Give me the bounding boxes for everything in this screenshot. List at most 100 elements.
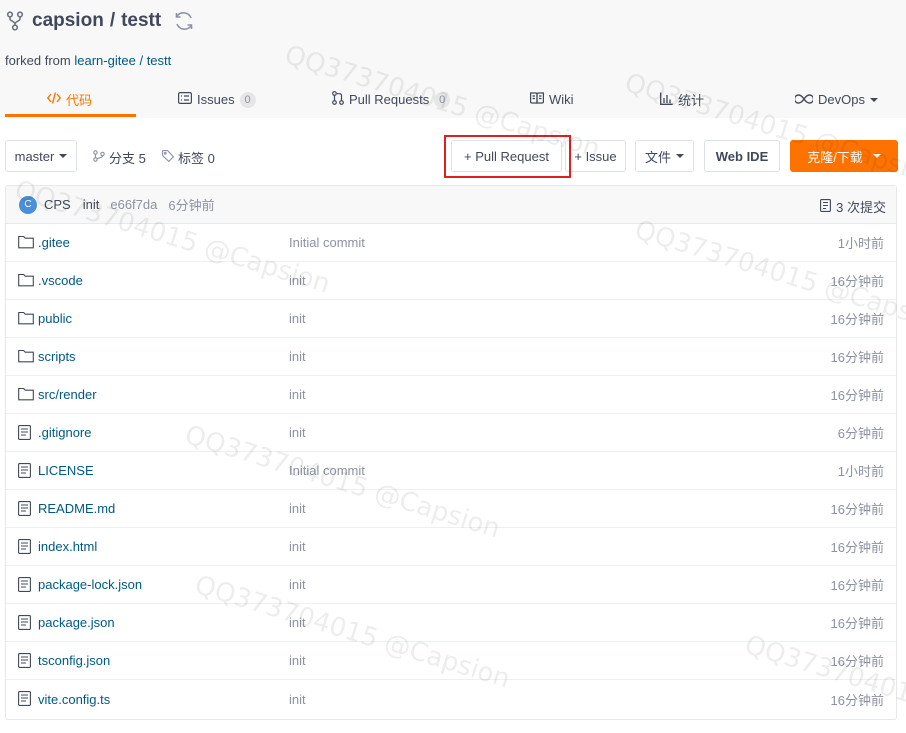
repo-owner-link[interactable]: capsion xyxy=(32,10,104,32)
file-row[interactable]: tsconfig.json init 16分钟前 xyxy=(6,642,896,680)
sync-icon[interactable] xyxy=(173,9,197,33)
file-name-link[interactable]: README.md xyxy=(38,501,115,516)
file-commit-message[interactable]: init xyxy=(289,615,306,630)
file-row[interactable]: index.html init 16分钟前 xyxy=(6,528,896,566)
branches-link[interactable]: 分支 5 xyxy=(93,148,146,167)
tags-link[interactable]: 标签 0 xyxy=(162,148,215,167)
file-commit-message[interactable]: init xyxy=(289,539,306,554)
repo-separator: / xyxy=(109,10,116,31)
tab-pull-requests-label: Pull Requests xyxy=(349,92,430,107)
web-ide-button[interactable]: Web IDE xyxy=(704,140,780,172)
file-commit-time: 6分钟前 xyxy=(837,426,884,441)
file-name-link[interactable]: LICENSE xyxy=(38,463,94,478)
file-commit-message[interactable]: Initial commit xyxy=(289,463,365,478)
file-row[interactable]: README.md init 16分钟前 xyxy=(6,490,896,528)
tab-devops-label: DevOps xyxy=(818,92,865,107)
file-commit-message[interactable]: init xyxy=(289,692,306,707)
file-commit-message[interactable]: init xyxy=(289,387,306,402)
file-row[interactable]: src/render init 16分钟前 xyxy=(6,376,896,414)
commit-author[interactable]: CPS xyxy=(44,197,71,212)
file-name-link[interactable]: scripts xyxy=(38,349,76,364)
infinity-icon xyxy=(793,92,815,107)
file-commit-message[interactable]: init xyxy=(289,425,306,440)
file-row[interactable]: package-lock.json init 16分钟前 xyxy=(6,566,896,604)
file-commit-message[interactable]: init xyxy=(289,653,306,668)
file-icon xyxy=(18,577,34,593)
file-row[interactable]: scripts init 16分钟前 xyxy=(6,338,896,376)
commit-message[interactable]: init xyxy=(83,197,100,212)
file-commit-message[interactable]: init xyxy=(289,577,306,592)
tab-issues[interactable]: Issues 0 xyxy=(178,82,256,117)
tab-code[interactable]: 代码 xyxy=(46,82,92,117)
commit-sha[interactable]: e66f7da xyxy=(110,197,157,212)
clone-download-button[interactable]: 克隆/下载 xyxy=(790,140,898,172)
file-name-link[interactable]: index.html xyxy=(38,539,97,554)
new-issue-button[interactable]: + Issue xyxy=(565,140,626,172)
file-name-link[interactable]: public xyxy=(38,311,72,326)
tab-pull-requests[interactable]: Pull Requests 0 xyxy=(332,82,451,117)
file-name-link[interactable]: .gitignore xyxy=(38,425,91,440)
branch-select[interactable]: master xyxy=(5,140,77,172)
issues-icon xyxy=(178,92,193,107)
file-commit-message[interactable]: init xyxy=(289,349,306,364)
file-menu-button[interactable]: 文件 xyxy=(635,140,694,172)
forked-separator: / xyxy=(139,53,144,68)
repo-toolbar: master 分支 5 标签 0 + Pull Request + Issue … xyxy=(0,140,906,174)
chevron-down-icon xyxy=(676,154,684,158)
file-row[interactable]: public init 16分钟前 xyxy=(6,300,896,338)
folder-icon xyxy=(18,235,34,251)
file-row[interactable]: package.json init 16分钟前 xyxy=(6,604,896,642)
tab-issues-label: Issues xyxy=(197,92,235,107)
new-pull-request-button[interactable]: + Pull Request xyxy=(451,140,562,172)
file-commit-time: 1小时前 xyxy=(837,464,884,479)
file-icon xyxy=(18,539,34,555)
file-name-link[interactable]: package.json xyxy=(38,615,115,630)
forked-repo-link[interactable]: testt xyxy=(147,53,172,68)
branch-select-label: master xyxy=(14,148,55,164)
file-name-link[interactable]: .vscode xyxy=(38,273,83,288)
file-name-link[interactable]: vite.config.ts xyxy=(38,692,110,707)
new-issue-label: + Issue xyxy=(574,148,617,164)
commit-count-label: 3 次提交 xyxy=(836,200,886,215)
file-commit-time: 16分钟前 xyxy=(830,654,884,669)
clone-download-label: 克隆/下载 xyxy=(807,149,863,165)
file-row[interactable]: .gitignore init 6分钟前 xyxy=(6,414,896,452)
folder-icon xyxy=(18,387,34,403)
file-icon xyxy=(18,691,34,707)
tab-stats-label: 统计 xyxy=(678,93,705,108)
tab-wiki[interactable]: Wiki xyxy=(530,82,574,117)
pull-requests-count-badge: 0 xyxy=(434,91,451,108)
new-pull-request-label: + Pull Request xyxy=(464,148,549,164)
file-name-link[interactable]: src/render xyxy=(38,387,97,402)
latest-commit-bar: C CPS init e66f7da 6分钟前 3 次提交 xyxy=(6,186,896,224)
repo-tabs: 代码 Issues 0 Pull Requests 0 Wiki 统计 DevO… xyxy=(0,82,906,117)
tab-stats[interactable]: 统计 xyxy=(660,82,704,117)
tab-devops[interactable]: DevOps xyxy=(793,82,878,117)
avatar[interactable]: C xyxy=(19,195,37,214)
file-commit-message[interactable]: Initial commit xyxy=(289,235,365,250)
repo-title: capsion / testt xyxy=(6,8,197,34)
commit-count-link[interactable]: 3 次提交 xyxy=(820,197,886,216)
tags-label: 标签 0 xyxy=(178,151,215,166)
file-row[interactable]: .gitee Initial commit 1小时前 xyxy=(6,224,896,262)
file-icon xyxy=(18,425,34,441)
file-commit-message[interactable]: init xyxy=(289,501,306,516)
forked-from: forked from learn-gitee / testt xyxy=(5,53,171,68)
chevron-down-icon xyxy=(872,154,881,158)
chevron-down-icon xyxy=(59,154,68,158)
repo-name-link[interactable]: testt xyxy=(121,10,161,32)
file-commit-message[interactable]: init xyxy=(289,311,306,326)
file-row[interactable]: vite.config.ts init 16分钟前 xyxy=(6,680,896,718)
file-name-link[interactable]: package-lock.json xyxy=(38,577,142,592)
file-commit-time: 16分钟前 xyxy=(830,312,884,327)
file-name-link[interactable]: tsconfig.json xyxy=(38,653,110,668)
file-commit-time: 16分钟前 xyxy=(830,692,884,708)
file-row[interactable]: .vscode init 16分钟前 xyxy=(6,262,896,300)
file-commit-time: 16分钟前 xyxy=(830,388,884,403)
file-name-link[interactable]: .gitee xyxy=(38,235,70,250)
file-rows: .gitee Initial commit 1小时前 .vscode init 16分钟前… xyxy=(6,224,896,718)
file-commit-time: 1小时前 xyxy=(837,236,884,251)
file-row[interactable]: LICENSE Initial commit 1小时前 xyxy=(6,452,896,490)
file-commit-message[interactable]: init xyxy=(289,273,306,288)
forked-owner-link[interactable]: learn-gitee xyxy=(74,53,135,68)
